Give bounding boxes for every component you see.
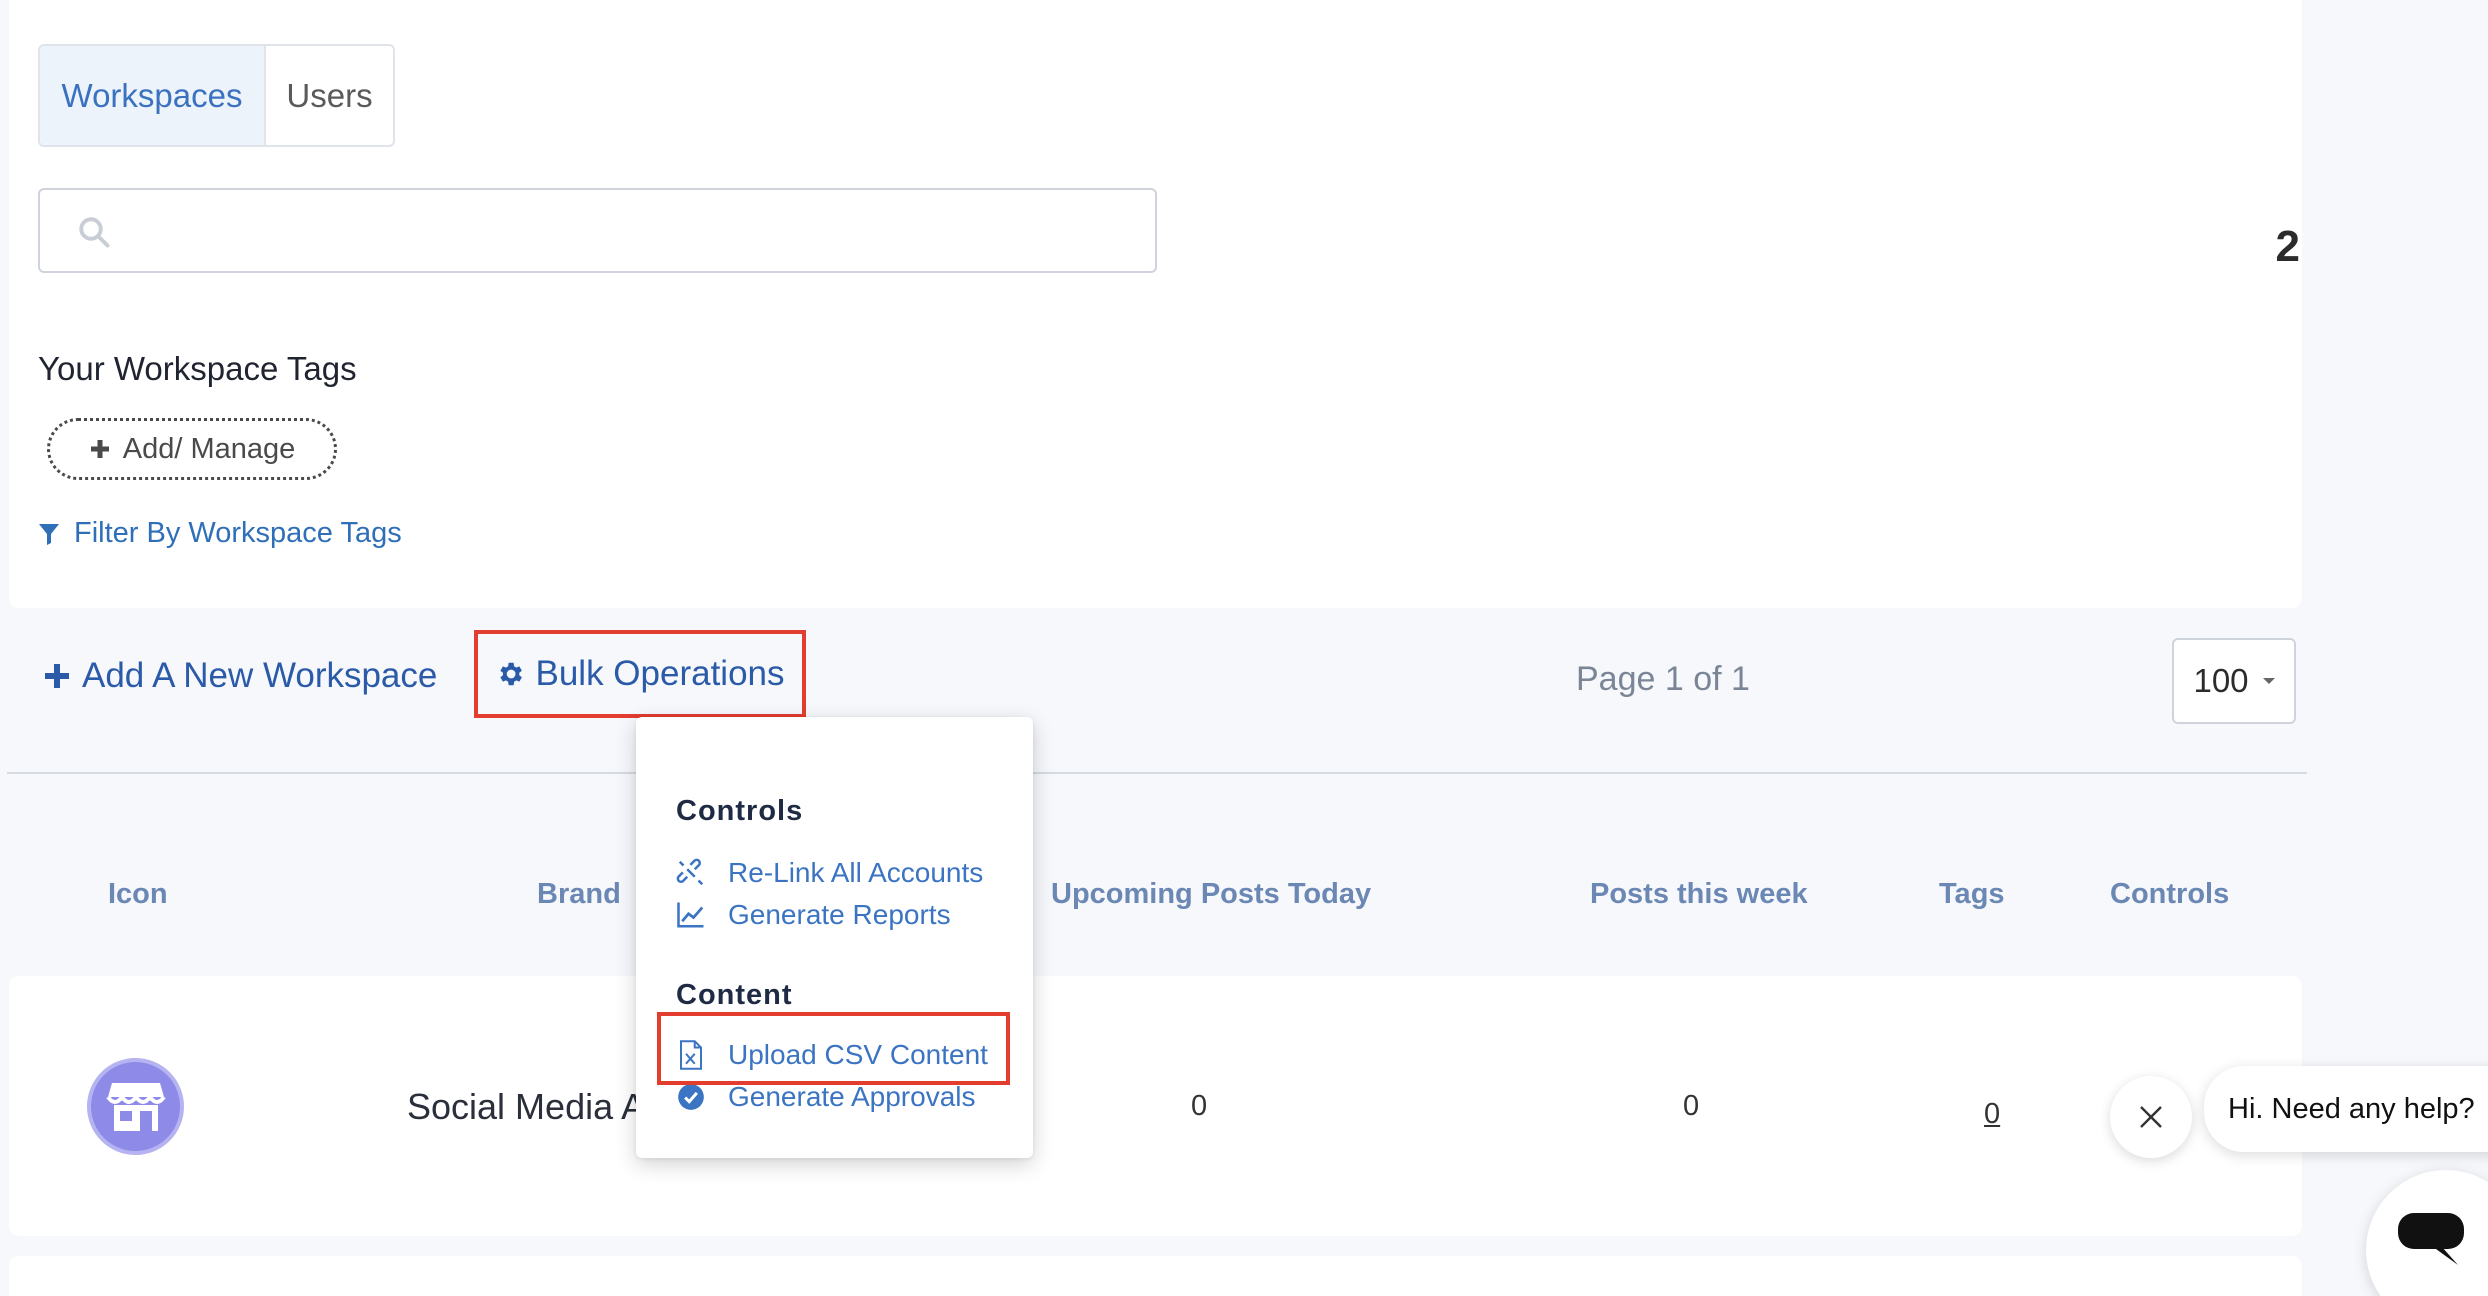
upcoming-posts-value: 0 — [1191, 1090, 1208, 1122]
brand-name[interactable]: Social Media A — [407, 1086, 645, 1128]
check-circle-icon — [676, 1082, 706, 1112]
table-row — [9, 1256, 2302, 1296]
search-icon — [79, 217, 110, 248]
tags-count-link[interactable]: 0 — [1984, 1098, 2000, 1131]
column-header-controls: Controls — [2110, 878, 2230, 910]
chart-line-icon — [676, 900, 706, 930]
menu-item-label: Generate Reports — [728, 899, 951, 930]
column-header-icon: Icon — [108, 878, 168, 910]
menu-section-content: Content — [676, 979, 793, 1011]
page-size-select[interactable]: 100 — [2172, 638, 2296, 724]
tab-users[interactable]: Users — [266, 46, 393, 145]
add-workspace-button[interactable]: Add A New Workspace — [44, 656, 437, 696]
upload-csv-highlight — [657, 1012, 1010, 1085]
unlink-icon — [676, 858, 706, 888]
posts-week-value: 0 — [1683, 1090, 1700, 1122]
table-row — [9, 976, 2302, 1236]
search-field[interactable] — [38, 188, 1157, 273]
bulk-operations-button[interactable]: Bulk Operations — [474, 630, 806, 718]
view-tabs: Workspaces Users — [38, 44, 395, 147]
plus-icon — [45, 664, 69, 688]
bulk-operations-label: Bulk Operations — [535, 654, 785, 693]
add-manage-label: Add/ Manage — [122, 432, 296, 465]
chat-close-button[interactable] — [2110, 1076, 2192, 1158]
tab-workspaces[interactable]: Workspaces — [40, 46, 266, 145]
pagination-info: Page 1 of 1 — [1576, 660, 1750, 698]
workspace-avatar[interactable] — [87, 1058, 184, 1155]
menu-item-generate-approvals[interactable]: Generate Approvals — [676, 1081, 976, 1113]
chevron-down-icon — [2262, 678, 2275, 684]
bulk-operations-menu: Controls Re-Link All Accounts Generate R… — [636, 717, 1033, 1158]
filter-icon — [39, 523, 59, 545]
chat-greeting-text: Hi. Need any help? — [2228, 1092, 2475, 1125]
close-icon — [2140, 1106, 2162, 1128]
gear-icon — [500, 662, 523, 686]
menu-item-generate-reports[interactable]: Generate Reports — [676, 899, 951, 931]
menu-item-label: Re-Link All Accounts — [728, 857, 984, 888]
column-header-tags: Tags — [1939, 878, 2005, 910]
toolbar-divider — [7, 772, 2307, 774]
store-icon — [105, 1082, 166, 1131]
menu-item-relink-accounts[interactable]: Re-Link All Accounts — [676, 857, 983, 889]
workspace-tags-heading: Your Workspace Tags — [38, 350, 357, 387]
page-size-value: 100 — [2193, 662, 2249, 699]
column-header-brand[interactable]: Brand — [537, 878, 621, 911]
add-workspace-label: Add A New Workspace — [82, 656, 438, 695]
chat-greeting-bubble[interactable]: Hi. Need any help? — [2204, 1066, 2488, 1152]
menu-section-controls: Controls — [676, 795, 804, 827]
add-manage-tags-button[interactable]: Add/ Manage — [47, 418, 337, 480]
column-header-upcoming-posts[interactable]: Upcoming Posts Today — [1051, 878, 1371, 911]
column-header-posts-week[interactable]: Posts this week — [1590, 878, 1808, 911]
workspace-count: 2 — [2275, 222, 2300, 271]
menu-item-label: Generate Approvals — [728, 1081, 976, 1112]
plus-icon — [90, 440, 109, 458]
chat-icon — [2398, 1213, 2464, 1265]
filter-by-tags-link[interactable]: Filter By Workspace Tags — [38, 517, 402, 550]
search-input[interactable] — [130, 200, 1130, 260]
filter-label: Filter By Workspace Tags — [74, 517, 402, 549]
